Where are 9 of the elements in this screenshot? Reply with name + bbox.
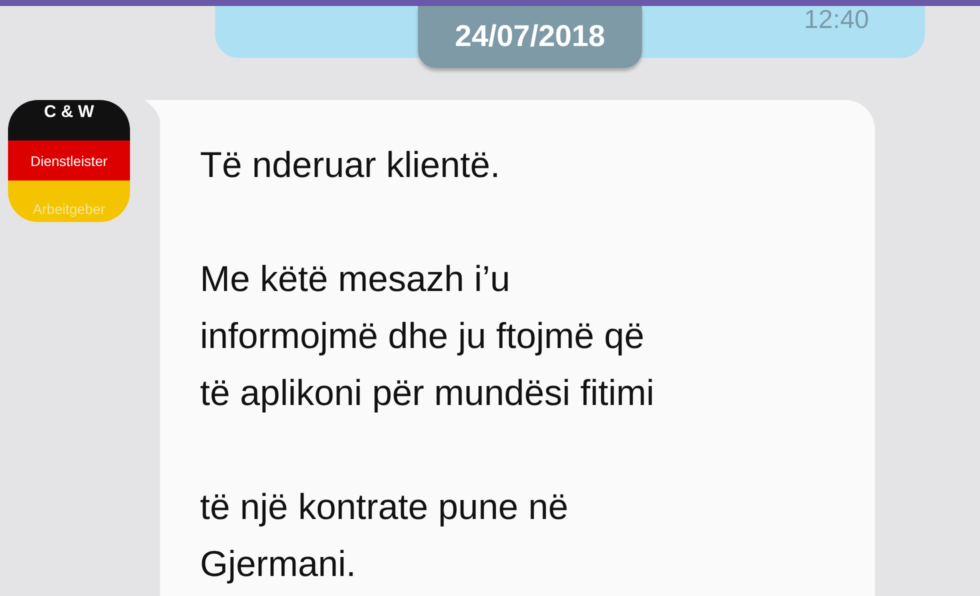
avatar-text: C & W xyxy=(44,102,94,122)
avatar-text: Dienstleister xyxy=(30,153,108,170)
message-text: të një kontrate pune në Gjermani. xyxy=(200,485,570,586)
message-text: Të nderuar klientë. xyxy=(200,143,502,187)
message-text: Me këtë mesazh i’u informojmë dhe ju ftojmë që të aplikoni për mundësi fitimi xyxy=(200,257,656,415)
avatar-text: Arbeitgeber xyxy=(32,201,106,218)
message-time: 12:40 xyxy=(804,6,869,32)
sender-avatar[interactable]: C & W Dienstleister Arbeitgeber xyxy=(8,100,130,222)
date-separator: 24/07/2018 xyxy=(418,6,642,68)
